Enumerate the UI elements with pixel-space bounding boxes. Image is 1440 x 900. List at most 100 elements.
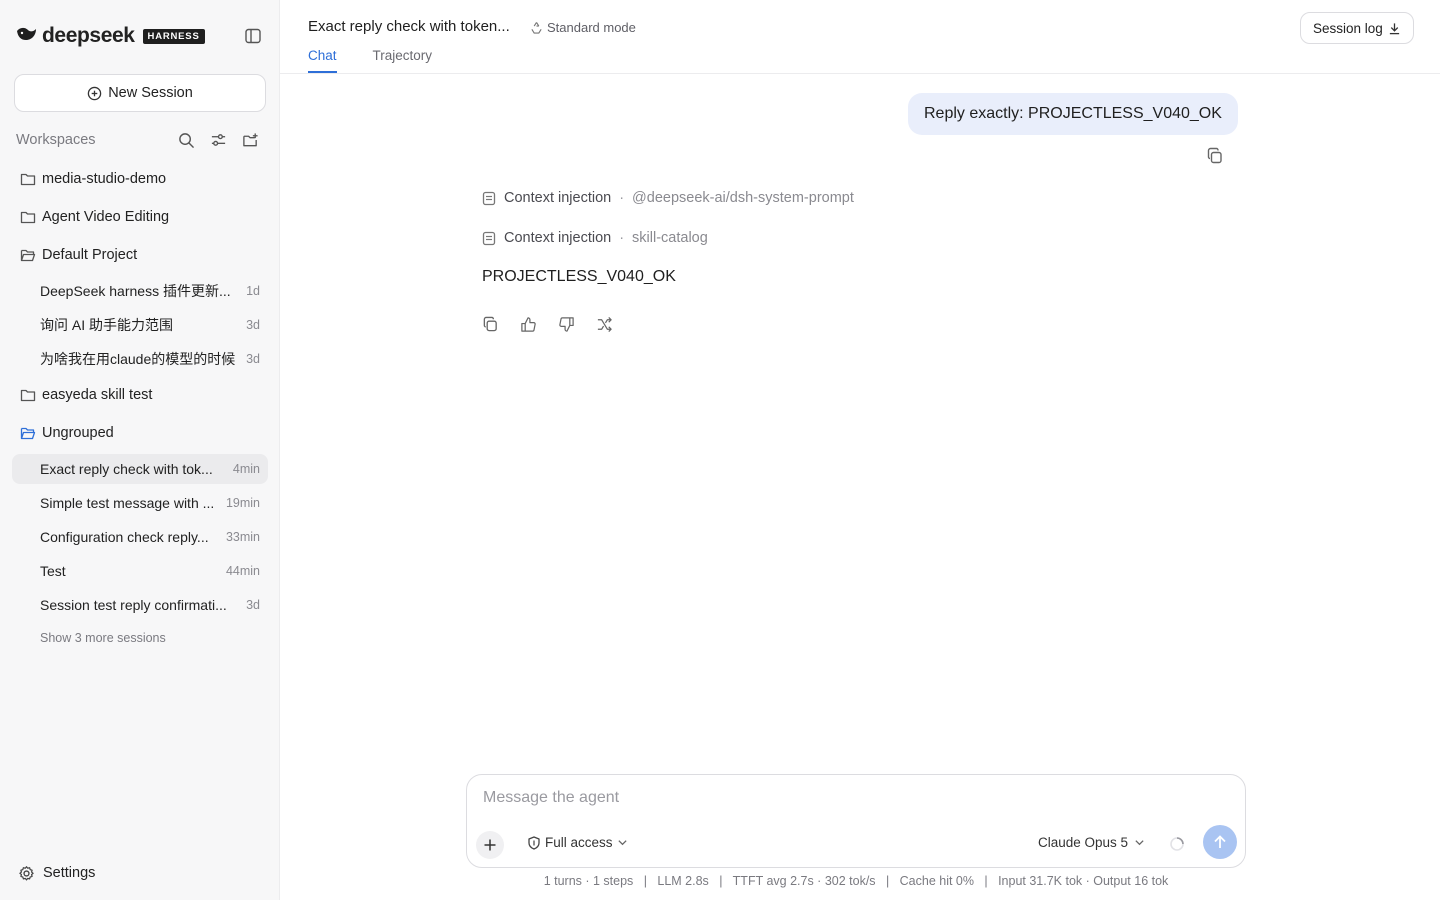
mode-label: Standard mode [547,20,636,35]
separator: · [619,190,625,206]
session-item[interactable]: Session test reply confirmati... 3d [12,590,268,620]
folder-icon [20,389,36,402]
folder-media-studio-demo[interactable]: media-studio-demo [12,162,268,196]
model-selector[interactable]: Claude Opus 5 [1038,835,1145,850]
branch-icon [597,316,612,332]
session-title: Session test reply confirmati... [40,597,227,613]
main-panel: Exact reply check with token... Standard… [280,0,1440,900]
session-title: DeepSeek harness 插件更新... [40,283,231,299]
workspaces-title: Workspaces [16,132,96,148]
session-item[interactable]: Simple test message with ... 19min [12,488,268,518]
loading-spinner-icon [1169,836,1185,852]
plus-circle-icon [87,86,102,100]
session-item-active[interactable]: Exact reply check with tok... 4min [12,454,268,484]
context-label: Context injection [504,230,612,246]
session-item[interactable]: Test 44min [12,556,268,586]
user-message: Reply exactly: PROJECTLESS_V040_OK [908,93,1238,135]
thumbs-up-icon [520,316,536,332]
folder-icon [20,173,36,186]
folder-label: Ungrouped [42,425,114,441]
new-folder-button[interactable] [234,128,266,152]
attach-button[interactable] [476,831,504,859]
new-session-button[interactable]: New Session [14,74,266,112]
context-injection-item[interactable]: Context injection · skill-catalog [482,227,708,249]
search-icon [178,132,194,148]
folder-easyeda-skill-test[interactable]: easyeda skill test [12,378,268,412]
sliders-icon [211,133,225,146]
copy-message-button[interactable] [1206,147,1224,165]
folder-ungrouped[interactable]: Ungrouped [12,416,268,450]
session-time: 33min [225,530,260,544]
folder-icon [20,211,36,224]
folder-label: media-studio-demo [42,171,167,187]
session-item[interactable]: 询问 AI 助手能力范围 3d [12,310,268,340]
download-icon [1389,22,1399,34]
brand-badge: HARNESS [142,28,205,44]
filter-workspaces-button[interactable] [202,128,234,152]
session-time: 3d [246,598,260,612]
assistant-reply: PROJECTLESS_V040_OK [482,268,676,285]
tab-trajectory[interactable]: Trajectory [373,46,433,74]
search-workspaces-button[interactable] [170,128,202,152]
session-title: 为啥我在用claude的模型的时候 [40,351,236,367]
folder-default-project[interactable]: Default Project [12,238,268,272]
thumbs-down-button[interactable] [556,314,576,334]
thumbs-up-button[interactable] [518,314,538,334]
plus-icon [484,839,496,851]
session-item[interactable]: DeepSeek harness 插件更新... 1d [12,276,268,306]
reply-actions [480,314,632,334]
folder-agent-video-editing[interactable]: Agent Video Editing [12,200,268,234]
workspace-tree: media-studio-demo Agent Video Editing De… [12,162,268,652]
session-time: 3d [246,352,260,366]
session-item[interactable]: Configuration check reply... 33min [12,522,268,552]
session-title: Simple test message with ... [40,495,215,511]
folder-open-icon [20,427,36,440]
session-time: 3d [246,318,260,332]
document-icon [482,191,496,205]
page-title: Exact reply check with token... [308,18,510,35]
session-title: 询问 AI 助手能力范围 [40,317,174,333]
access-label: Full access [545,835,613,850]
session-log-label: Session log [1313,20,1383,36]
session-stats: 1 turns · 1 steps | LLM 2.8s | TTFT avg … [543,874,1169,888]
context-source: @deepseek-ai/dsh-system-prompt [632,190,854,206]
chevron-down-icon [1135,840,1144,846]
context-injection-item[interactable]: Context injection · @deepseek-ai/dsh-sys… [482,187,854,209]
document-icon [482,231,496,245]
copy-icon [1207,147,1222,164]
session-title: Test [40,563,66,579]
thumbs-down-icon [558,316,574,332]
tab-bar: Chat Trajectory [308,46,468,74]
model-label: Claude Opus 5 [1038,835,1129,850]
settings-label: Settings [43,865,96,881]
shield-icon [528,835,540,850]
session-time: 1d [246,284,260,298]
copy-icon [483,316,497,331]
gear-icon [19,865,34,881]
arrow-up-icon [1214,835,1226,848]
send-button[interactable] [1203,825,1237,859]
copy-reply-button[interactable] [480,314,500,334]
folder-label: easyeda skill test [42,387,153,403]
session-item[interactable]: 为啥我在用claude的模型的时候 3d [12,344,268,374]
tab-chat[interactable]: Chat [308,46,337,74]
show-more-sessions-link[interactable]: Show 3 more sessions [12,624,268,652]
context-source: skill-catalog [632,230,708,246]
workspaces-header: Workspaces [16,128,266,152]
folder-plus-icon [242,132,258,146]
branch-button[interactable] [594,314,614,334]
access-dropdown[interactable]: Full access [527,835,632,850]
sidebar: deepseek HARNESS New Session Workspaces … [0,0,280,900]
message-input[interactable] [483,789,1223,807]
brand-name: deepseek [42,24,135,47]
session-title: Configuration check reply... [40,529,209,545]
folder-label: Agent Video Editing [42,209,170,225]
sidebar-toggle-button[interactable] [243,26,263,46]
session-log-button[interactable]: Session log [1300,12,1414,44]
chevron-down-icon [617,840,627,846]
separator: · [619,230,625,246]
mode-indicator[interactable]: Standard mode [530,20,636,35]
brand[interactable]: deepseek HARNESS [16,24,205,48]
settings-button[interactable]: Settings [18,861,95,885]
context-label: Context injection [504,190,612,206]
